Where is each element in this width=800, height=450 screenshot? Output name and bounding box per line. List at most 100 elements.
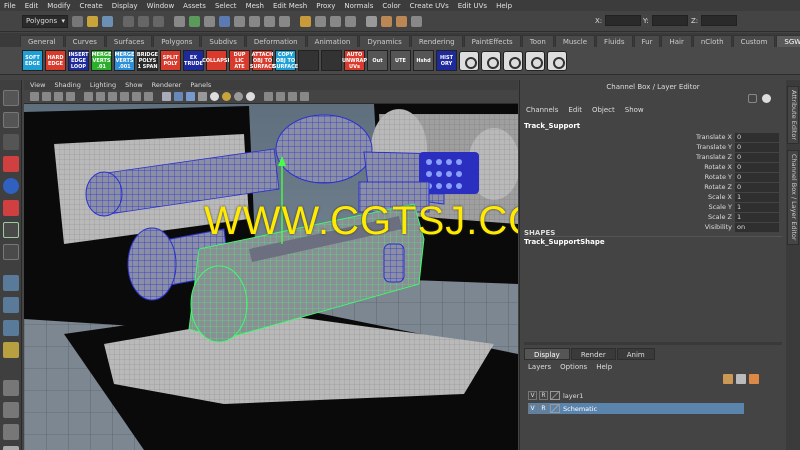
perspective-viewport[interactable]: WWW.CGTSJ.COM [24, 104, 518, 450]
lasso-tool-icon[interactable] [3, 112, 19, 128]
history-icon[interactable] [366, 15, 377, 27]
mask-deform-icon[interactable] [234, 15, 245, 27]
persp-outliner-icon[interactable] [3, 320, 19, 336]
new-scene-icon[interactable] [72, 15, 83, 27]
shelf-button-split-poly[interactable]: SPLIT POLY [160, 50, 181, 71]
ambient-icon[interactable] [234, 92, 243, 101]
shadows-icon[interactable] [222, 92, 231, 101]
new-layer-selected-icon[interactable] [736, 374, 746, 384]
channel-menu-object[interactable]: Object [592, 106, 615, 114]
attr-value-field[interactable]: 1 [735, 202, 779, 212]
shelf-tab-surfaces[interactable]: Surfaces [105, 35, 153, 47]
layer-visibility-toggle[interactable]: V [528, 404, 537, 413]
shelf-button-insert-edge-loop[interactable]: INSERT EDGE LOOP [68, 50, 89, 71]
ipr-render-icon[interactable] [396, 15, 407, 27]
shelf-button-auto-unwrap-uvs[interactable]: AUTO UNWRAP UVs [342, 50, 367, 71]
menu-mesh[interactable]: Mesh [246, 2, 264, 10]
layer-tab-anim[interactable]: Anim [616, 348, 655, 360]
layer-reference-toggle[interactable]: R [539, 391, 548, 400]
shelf-tab-toon[interactable]: Toon [521, 35, 554, 47]
last-tool-icon[interactable] [3, 244, 19, 260]
shelf-tab-hair[interactable]: Hair [661, 35, 692, 47]
menu-create-uvs[interactable]: Create UVs [410, 2, 449, 10]
layout-graph-icon[interactable] [3, 402, 19, 418]
shelf-button-collapse[interactable]: COLLAPSE [202, 50, 231, 71]
channel-menu-edit[interactable]: Edit [568, 106, 582, 114]
layer-row-layer1[interactable]: V Rlayer1 [528, 390, 744, 401]
menu-edit-mesh[interactable]: Edit Mesh [273, 2, 307, 10]
layout-icon[interactable] [3, 342, 19, 358]
shelf-tab-curves[interactable]: Curves [64, 35, 105, 47]
shelf-button-merge-verts-01[interactable]: MERGE VERTS .01 [91, 50, 112, 71]
field-chart-icon[interactable] [132, 92, 141, 101]
y-field[interactable] [651, 15, 688, 26]
snap-point-icon[interactable] [330, 15, 341, 27]
menu-display[interactable]: Display [112, 2, 138, 10]
layer-color-swatch[interactable] [550, 404, 560, 413]
shelf-tab-ncloth[interactable]: nCloth [692, 35, 732, 47]
shelf-tab-general[interactable]: General [20, 35, 64, 47]
image-plane-icon[interactable] [66, 92, 75, 101]
panel-toggle-icon[interactable] [748, 94, 757, 103]
menu-modify[interactable]: Modify [47, 2, 70, 10]
shelf-tab-custom[interactable]: Custom [732, 35, 776, 47]
menu-window[interactable]: Window [147, 2, 175, 10]
bookmark-icon[interactable] [54, 92, 63, 101]
render-settings-icon[interactable] [411, 15, 422, 27]
shelf-button-attach-obj-to-surface[interactable]: ATTACH OBJ TO SURFACE [250, 50, 275, 71]
x-field[interactable] [605, 15, 642, 26]
menu-normals[interactable]: Normals [344, 2, 373, 10]
camera-select-icon[interactable] [30, 92, 39, 101]
isolate-icon[interactable] [264, 92, 273, 101]
rotate-tool-icon[interactable] [3, 178, 19, 194]
attr-value-field[interactable]: on [735, 222, 779, 232]
menu-create[interactable]: Create [79, 2, 102, 10]
shelf-tab-rendering[interactable]: Rendering [410, 35, 463, 47]
viewport-menu-panels[interactable]: Panels [190, 81, 211, 89]
hq-render-icon[interactable] [246, 92, 255, 101]
menu-assets[interactable]: Assets [183, 2, 206, 10]
mask-handles-icon[interactable] [174, 15, 185, 27]
new-layer-icon[interactable] [749, 374, 759, 384]
lights-icon[interactable] [210, 92, 219, 101]
save-scene-icon[interactable] [102, 15, 113, 27]
shelf-button-hshd[interactable]: Hshd [413, 50, 434, 71]
shelf-button-hist-ory[interactable]: HIST ORY [436, 50, 457, 71]
xray-joints-icon[interactable] [288, 92, 297, 101]
z-field[interactable] [701, 15, 738, 26]
viewport-menu-shading[interactable]: Shading [54, 81, 80, 89]
select-object-icon[interactable] [138, 15, 149, 27]
mask-dynamics-icon[interactable] [249, 15, 260, 27]
layout-extra-icon[interactable] [3, 446, 19, 450]
shelf-tab-muscle[interactable]: Muscle [554, 35, 596, 47]
shelf-button-dup-lic-ate[interactable]: DUP LIC ATE [229, 50, 250, 71]
menu-help[interactable]: Help [496, 2, 512, 10]
textured-icon[interactable] [198, 92, 207, 101]
shelf-button-hard-edge[interactable]: HARD EDGE [45, 50, 66, 71]
mask-misc-icon[interactable] [279, 15, 290, 27]
tab-attribute-editor[interactable]: Attribute Editor [787, 86, 799, 145]
shelf-button-copy-obj-to-surface[interactable]: COPY OBJ TO SURFACE [273, 50, 298, 71]
layout-persp-icon[interactable] [3, 380, 19, 396]
resolution-gate-icon[interactable] [108, 92, 117, 101]
move-tool-icon[interactable] [3, 156, 19, 172]
panel-help-icon[interactable] [762, 94, 771, 103]
shelf-button-out[interactable]: Out [367, 50, 388, 71]
select-tool-icon[interactable] [3, 90, 19, 106]
paint-select-icon[interactable] [3, 134, 19, 150]
open-scene-icon[interactable] [87, 15, 98, 27]
layer-tab-render[interactable]: Render [570, 348, 616, 360]
shelf-button-soft-edge[interactable]: SOFT EDGE [22, 50, 43, 71]
wire-on-shaded-icon[interactable] [186, 92, 195, 101]
mask-rendering-icon[interactable] [264, 15, 275, 27]
camera-attr-icon[interactable] [42, 92, 51, 101]
manipulator-icon[interactable] [3, 222, 19, 238]
channel-menu-channels[interactable]: Channels [526, 106, 558, 114]
channel-menu-show[interactable]: Show [625, 106, 644, 114]
viewport-menu-show[interactable]: Show [125, 81, 143, 89]
menu-select[interactable]: Select [215, 2, 237, 10]
shelf-tab-sgw[interactable]: SGW [776, 35, 800, 47]
xray-icon[interactable] [276, 92, 285, 101]
snap-plane-icon[interactable] [345, 15, 356, 27]
attr-value-field[interactable]: 1 [735, 212, 779, 222]
